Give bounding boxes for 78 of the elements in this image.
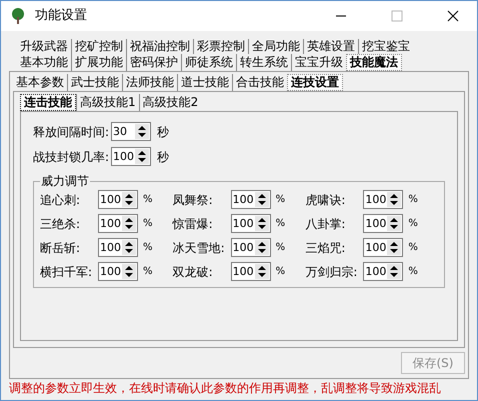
up-down-icon[interactable] [254, 192, 269, 207]
tree-icon [9, 7, 27, 25]
unit-label: % [276, 241, 286, 255]
spin-field[interactable]: 100 [98, 262, 138, 281]
skill-label: 万剑归宗: [305, 264, 358, 280]
skill-label: 冰天雪地: [172, 240, 226, 256]
tab[interactable]: 扩展功能 [71, 54, 126, 71]
close-icon[interactable] [447, 10, 459, 22]
up-down-icon[interactable] [135, 124, 150, 139]
spin-field[interactable]: 100 [230, 238, 271, 257]
spin-field[interactable]: 30 [111, 122, 152, 141]
spin-field[interactable]: 100 [363, 262, 404, 281]
spin-field[interactable]: 100 [230, 262, 271, 281]
tab[interactable]: 升级武器 [17, 39, 71, 54]
up-down-icon[interactable] [387, 216, 402, 231]
tab[interactable]: 基本参数 [13, 74, 67, 91]
up-down-icon[interactable] [387, 240, 402, 255]
tab[interactable]: 挖矿控制 [71, 39, 126, 54]
unit-label: % [408, 265, 418, 279]
up-down-icon[interactable] [122, 240, 136, 255]
up-down-icon[interactable] [254, 264, 269, 279]
window-title: 功能设置 [35, 7, 87, 26]
tab[interactable]: 连击技能 [20, 94, 76, 111]
tab[interactable]: 技能魔法 [346, 54, 402, 71]
tab[interactable]: 转生系统 [236, 54, 291, 71]
skill-label: 虎啸诀: [305, 192, 346, 208]
up-down-icon[interactable] [135, 149, 150, 164]
spin-field[interactable]: 100 [363, 214, 404, 233]
unit-label: % [143, 193, 153, 207]
setting-label: 释放间隔时间: [33, 124, 110, 140]
tab[interactable]: 师徒系统 [181, 54, 236, 71]
spin-field[interactable]: 100 [98, 238, 138, 257]
tab[interactable]: 法师技能 [122, 74, 177, 91]
warning-text: 调整的参数立即生效，在线时请确认此参数的作用再调整，乱调整将导致游戏混乱 [8, 380, 442, 397]
unit-label: 秒 [157, 148, 170, 166]
up-down-icon[interactable] [387, 264, 402, 279]
tab[interactable]: 道士技能 [177, 74, 232, 91]
skill-label: 断岳斩: [40, 240, 82, 256]
unit-label: % [276, 217, 286, 231]
up-down-icon[interactable] [122, 192, 136, 207]
tab[interactable]: 祝福油控制 [126, 39, 193, 54]
tab[interactable]: 全局功能 [248, 39, 303, 54]
up-down-icon[interactable] [254, 216, 269, 231]
skill-label: 三焰咒: [305, 240, 346, 256]
skill-label: 横扫千军: [40, 264, 94, 280]
unit-label: % [408, 241, 418, 255]
spin-field[interactable]: 100 [363, 238, 404, 257]
up-down-icon[interactable] [254, 240, 269, 255]
unit-label: % [143, 241, 153, 255]
skill-label: 三绝杀: [40, 216, 82, 232]
tab[interactable]: 密码保护 [126, 54, 181, 71]
spin-field[interactable]: 100 [230, 214, 271, 233]
setting-label: 战技封锁几率: [33, 148, 110, 166]
up-down-icon[interactable] [122, 264, 136, 279]
tab[interactable]: 彩票控制 [193, 39, 248, 54]
tab[interactable]: 基本功能 [17, 54, 71, 71]
spin-field[interactable]: 100 [111, 147, 152, 166]
skill-label: 追心刺: [40, 192, 82, 208]
spin-field[interactable]: 100 [230, 190, 271, 209]
tab[interactable]: 武士技能 [67, 74, 122, 91]
skill-label: 双龙破: [172, 264, 214, 280]
spin-field[interactable]: 100 [98, 214, 138, 233]
unit-label: % [408, 217, 418, 231]
unit-label: % [143, 217, 153, 231]
unit-label: 秒 [157, 124, 170, 140]
unit-label: % [408, 193, 418, 207]
unit-label: % [276, 265, 286, 279]
unit-label: % [143, 265, 153, 279]
spin-field[interactable]: 100 [363, 190, 404, 209]
spin-field[interactable]: 100 [98, 190, 138, 209]
up-down-icon[interactable] [122, 216, 136, 231]
up-down-icon[interactable] [387, 192, 402, 207]
skill-label: 惊雷爆: [172, 216, 214, 232]
skill-label: 凤舞祭: [172, 192, 214, 208]
tab[interactable]: 连技设置 [287, 74, 343, 91]
group-title: 威力调节 [40, 173, 90, 190]
unit-label: % [276, 193, 286, 207]
skill-label: 八卦掌: [305, 216, 346, 232]
